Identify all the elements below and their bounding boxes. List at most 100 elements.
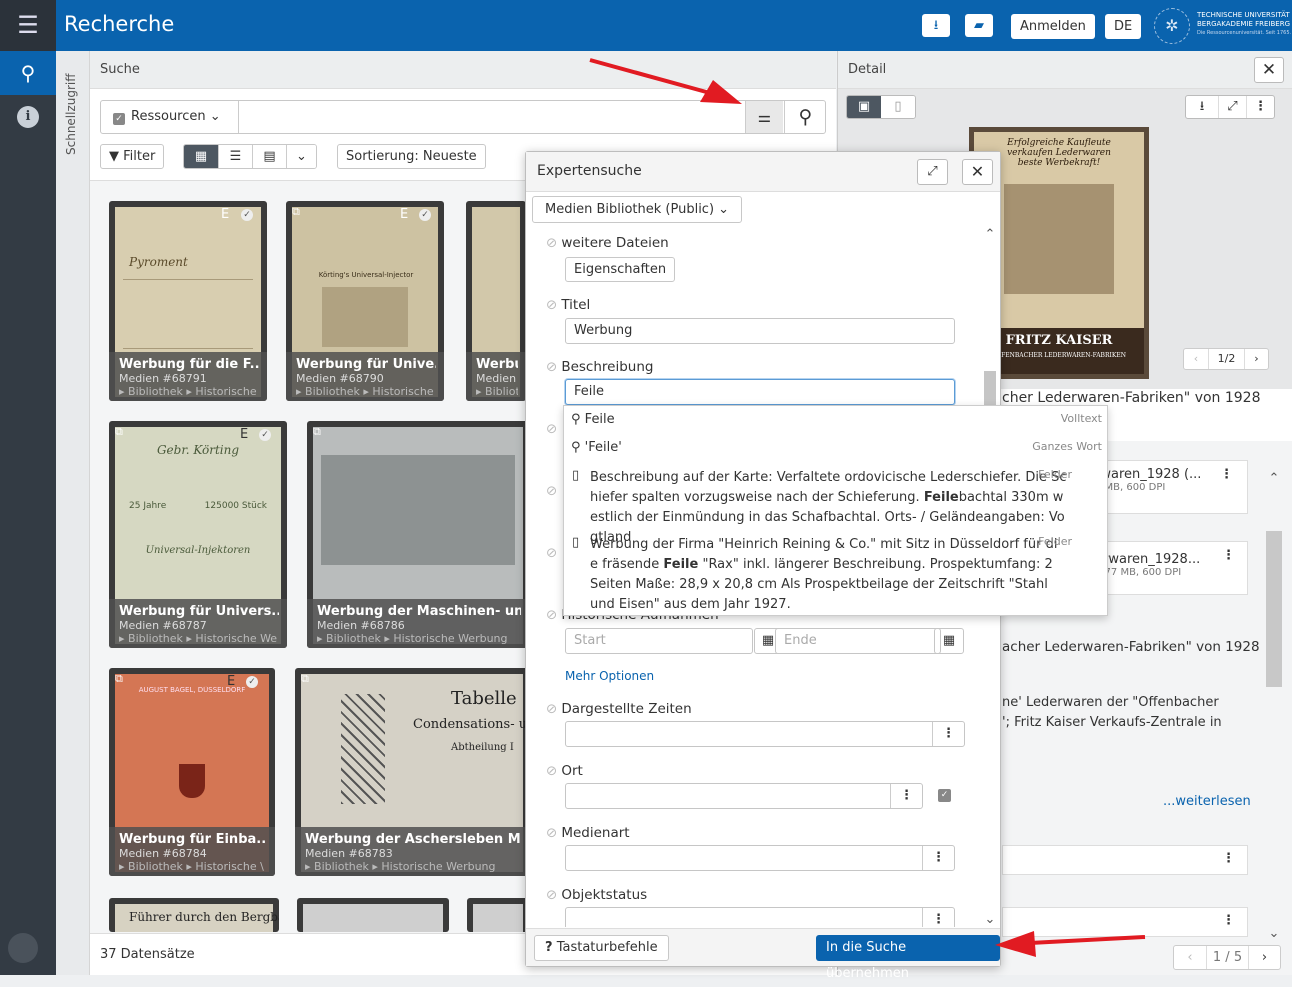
view-dropdown-chevron-icon[interactable]: ⌄ xyxy=(286,145,316,168)
result-card[interactable]: Pyroment E ✓ Werbung für die F... Medien … xyxy=(109,201,267,401)
result-card[interactable]: Tabelle Condensations- u. Kü Abtheilung … xyxy=(295,668,529,876)
more-icon[interactable]: ⋮ xyxy=(932,722,964,746)
prev-image-icon[interactable]: ‹ xyxy=(1184,349,1208,369)
detail-description-line: acher Lederwaren-Fabriken" von 1928 xyxy=(1002,639,1260,655)
result-card[interactable]: Körting's Universal-Injector ⧉ E ✓ Werbu… xyxy=(286,201,444,401)
more-icon[interactable]: ⋮ xyxy=(1222,548,1235,563)
keyboard-shortcuts-button[interactable]: ? Tastaturbefehle xyxy=(534,935,669,961)
card-caption: WerbuMedien▸ Biblioth xyxy=(466,352,526,401)
sort-button[interactable]: Sortierung: Neueste xyxy=(337,144,486,169)
image-view-icon[interactable]: ▣ xyxy=(847,96,881,118)
scope-dropdown[interactable]: ✓ Ressourcen ⌄ xyxy=(101,101,239,133)
place-field[interactable]: ⋮ xyxy=(565,783,923,809)
field-toggle-icon[interactable]: ⊘ xyxy=(546,701,557,717)
dates-field[interactable]: ⋮ xyxy=(565,721,965,747)
scroll-up-icon[interactable]: ⌃ xyxy=(1262,471,1286,486)
multi-file-icon: ⧉ xyxy=(292,205,300,218)
checkbox-icon[interactable]: ✓ xyxy=(938,789,951,802)
download-icon[interactable]: ⭳ xyxy=(922,14,950,37)
field-toggle-icon[interactable]: ⊘ xyxy=(546,483,557,499)
quick-access-strip[interactable]: Schnellzugriff xyxy=(56,51,90,975)
detail-field[interactable]: ⋮ xyxy=(1002,845,1248,875)
close-icon[interactable]: ✕ xyxy=(962,159,993,185)
scroll-down-icon[interactable]: ⌄ xyxy=(981,912,999,927)
field-toggle-icon[interactable]: ⊘ xyxy=(546,359,557,375)
more-icon[interactable]: ⋮ xyxy=(922,846,954,870)
more-icon[interactable]: ⋮ xyxy=(1222,851,1235,866)
object-status-field[interactable]: ⋮ xyxy=(565,907,955,927)
field-toggle-icon[interactable]: ⊘ xyxy=(546,825,557,841)
search-nav-icon[interactable]: ⚲ xyxy=(0,51,56,95)
library-select[interactable]: Medien Bibliothek (Public) ⌄ xyxy=(532,196,743,223)
result-card[interactable]: Gebr. Körting 25 Jahre 125000 Stück Unive… xyxy=(109,421,287,648)
search-input[interactable] xyxy=(241,101,743,133)
description-field[interactable]: Feile xyxy=(565,379,955,405)
more-icon[interactable]: ⋮ xyxy=(1222,913,1235,928)
multi-file-icon: ⧉ xyxy=(115,425,123,438)
expand-icon[interactable]: ⤢ xyxy=(917,159,948,185)
detail-view-switcher: ▣ ▯ xyxy=(846,95,916,119)
table-view-icon[interactable]: ▤ xyxy=(252,145,286,168)
search-icon: ⚲ xyxy=(571,412,581,427)
info-nav-icon[interactable]: i xyxy=(0,95,56,139)
more-options-link[interactable]: Mehr Optionen xyxy=(565,669,654,683)
media-type-field[interactable]: ⋮ xyxy=(565,845,955,871)
fullscreen-icon[interactable]: ⤢ xyxy=(1218,96,1246,118)
suggestion-item[interactable]: ⚲ 'Feile' Ganzes Wort xyxy=(566,440,1108,458)
start-date-field[interactable]: Start xyxy=(565,628,753,654)
field-toggle-icon[interactable]: ⊘ xyxy=(546,545,557,561)
more-icon[interactable]: ⋮ xyxy=(890,784,922,808)
scroll-up-icon[interactable]: ⌃ xyxy=(981,227,999,242)
next-record-icon[interactable]: › xyxy=(1248,946,1280,969)
card-thumbnail xyxy=(303,904,443,932)
field-toggle-icon[interactable]: ⊘ xyxy=(546,297,557,313)
list-view-icon[interactable]: ☰ xyxy=(218,145,252,168)
multi-file-icon: ⧉ xyxy=(115,672,123,685)
more-icon[interactable]: ⋮ xyxy=(1220,467,1233,482)
properties-button[interactable]: Eigenschaften xyxy=(565,257,676,282)
apply-search-button[interactable]: In die Suche übernehmen xyxy=(816,935,1000,981)
end-date-field[interactable]: Ende xyxy=(775,628,941,654)
image-pager: ‹ 1/2 › xyxy=(1183,348,1269,370)
next-image-icon[interactable]: › xyxy=(1244,349,1268,369)
university-logo-text: TECHNISCHE UNIVERSITÄT BERGAKADEMIE FREI… xyxy=(1197,11,1292,36)
field-toggle-icon[interactable]: ⊘ xyxy=(546,887,557,903)
title-field[interactable]: Werbung xyxy=(565,318,955,344)
field-toggle-icon[interactable]: ⊘ xyxy=(546,421,557,437)
grid-view-icon[interactable]: ▦ xyxy=(184,145,218,168)
result-card[interactable] xyxy=(297,898,449,932)
language-button[interactable]: DE xyxy=(1105,14,1142,39)
search-submit-icon[interactable]: ⚲ xyxy=(784,101,826,133)
menu-icon[interactable]: ☰ xyxy=(0,0,56,51)
more-icon[interactable]: ⋮ xyxy=(922,908,954,927)
detail-field[interactable]: ⋮ xyxy=(1002,907,1248,937)
result-card[interactable] xyxy=(467,898,529,932)
read-more-link[interactable]: ...weiterlesen xyxy=(1163,794,1251,809)
field-toggle-icon[interactable]: ⊘ xyxy=(546,235,557,251)
chevron-down-icon: ⌄ xyxy=(718,202,730,217)
suggestion-item[interactable]: ⚲ Feile Volltext xyxy=(566,412,1108,430)
result-card[interactable]: Führer durch den Bergbau. xyxy=(109,898,279,932)
book-icon[interactable]: ▰ xyxy=(965,14,993,37)
calendar-icon[interactable]: ▦ xyxy=(934,628,964,654)
result-card[interactable]: ⧉ Werbung der Maschinen- und AMedien #68… xyxy=(307,421,529,648)
scrollbar-thumb[interactable] xyxy=(1266,531,1282,687)
filter-button[interactable]: ▼ Filter xyxy=(100,144,165,169)
expert-search-toggle-icon[interactable]: ⚌ xyxy=(745,101,783,133)
suggestion-item[interactable]: ▯ Beschreibung auf der Karte: Verfaltete… xyxy=(566,468,1108,545)
download-icon[interactable]: ⭳ xyxy=(1186,96,1218,118)
field-toggle-icon[interactable]: ⊘ xyxy=(546,607,557,623)
more-icon[interactable]: ⋮ xyxy=(1246,96,1274,118)
result-card[interactable]: WerbuMedien▸ Biblioth xyxy=(466,201,526,401)
prev-record-icon[interactable]: ‹ xyxy=(1174,946,1206,969)
login-button[interactable]: Anmelden xyxy=(1011,14,1095,39)
app-logo-icon xyxy=(8,933,38,963)
close-detail-icon[interactable]: ✕ xyxy=(1254,57,1284,83)
suggestion-item[interactable]: ▯ Werbung der Firma "Heinrich Reining & … xyxy=(566,535,1108,615)
detail-toolbar: ⭳ ⤢ ⋮ xyxy=(1185,95,1275,119)
scroll-down-icon[interactable]: ⌄ xyxy=(1262,926,1286,941)
map-view-icon[interactable]: ▯ xyxy=(881,96,915,118)
field-toggle-icon[interactable]: ⊘ xyxy=(546,763,557,779)
result-card[interactable]: AUGUST BAGEL, DÜSSELDORF ⧉ E ✓ Werbung f… xyxy=(109,668,275,876)
detail-scrollbar[interactable]: ⌃ ⌄ xyxy=(1262,471,1286,941)
